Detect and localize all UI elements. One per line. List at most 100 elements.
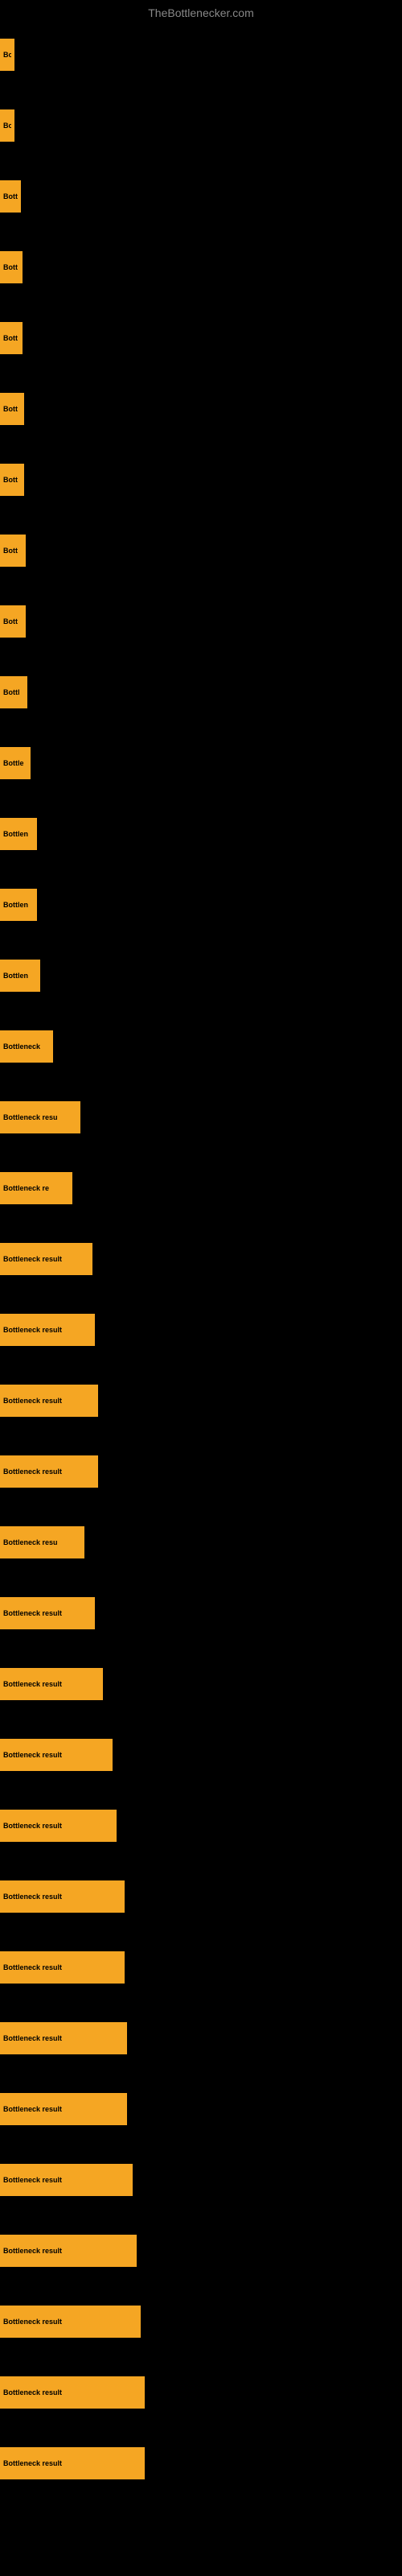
bar-row: Bott [0, 232, 402, 303]
bar-row: Bottl [0, 657, 402, 728]
bar-label: Bottleneck result [3, 1468, 62, 1476]
bar-row: Bott [0, 515, 402, 586]
bar: Bottleneck resu [0, 1526, 84, 1558]
bar: Bottleneck result [0, 1597, 95, 1629]
bar-label: Bottleneck result [3, 2388, 62, 2396]
bar: Bott [0, 535, 26, 567]
bar-label: Bottleneck result [3, 1397, 62, 1405]
bar-label: Bottleneck result [3, 2247, 62, 2255]
bar-row: Bottleneck result [0, 2003, 402, 2074]
bar: Bottleneck result [0, 2447, 145, 2479]
bar-row: Bottleneck result [0, 1861, 402, 1932]
bar-row: Bottlen [0, 799, 402, 869]
bar-row: Bottleneck [0, 1011, 402, 1082]
bar-row: Bo [0, 90, 402, 161]
bar: Bottleneck re [0, 1172, 72, 1204]
bar-row: Bottleneck result [0, 1932, 402, 2003]
bar: Bo [0, 109, 14, 142]
bar-row: Bott [0, 161, 402, 232]
bar: Bott [0, 605, 26, 638]
bar: Bottlen [0, 889, 37, 921]
bar: Bottleneck resu [0, 1101, 80, 1133]
bar-row: Bott [0, 586, 402, 657]
bar: Bottleneck result [0, 1880, 125, 1913]
bar-label: Bottleneck result [3, 1680, 62, 1688]
bar: Bottleneck result [0, 2376, 145, 2409]
bar: Bottleneck result [0, 2093, 127, 2125]
bar: Bottleneck result [0, 2306, 141, 2338]
bar: Bo [0, 39, 14, 71]
bar-row: Bottlen [0, 940, 402, 1011]
bar-row: Bottleneck result [0, 1365, 402, 1436]
bar: Bottleneck result [0, 1243, 92, 1275]
bar-label: Bo [3, 51, 11, 59]
bar-row: Bott [0, 303, 402, 374]
bar-row: Bottleneck result [0, 1294, 402, 1365]
bar: Bottl [0, 676, 27, 708]
bar-label: Bottleneck result [3, 1255, 62, 1263]
bar: Bott [0, 322, 23, 354]
bar-row: Bottle [0, 728, 402, 799]
bar-label: Bottlen [3, 830, 28, 838]
bar-row: Bottleneck result [0, 1224, 402, 1294]
bar-row: Bottleneck resu [0, 1507, 402, 1578]
bar-row: Bottleneck result [0, 1790, 402, 1861]
bar-label: Bo [3, 122, 11, 130]
bar-label: Bottleneck [3, 1042, 40, 1051]
bar: Bottle [0, 747, 31, 779]
bar-label: Bott [3, 476, 18, 484]
bar-label: Bottleneck result [3, 2459, 62, 2467]
bar-label: Bottleneck result [3, 2318, 62, 2326]
bar-label: Bott [3, 547, 18, 555]
bar-label: Bott [3, 334, 18, 342]
bar-row: Bott [0, 444, 402, 515]
bar: Bottleneck result [0, 1385, 98, 1417]
bars-container: Bo Bo Bott Bott Bott Bott Bott Bott Bott Bottl Bot… [0, 19, 402, 2499]
bar-label: Bottleneck result [3, 1822, 62, 1830]
bar: Bottleneck result [0, 1668, 103, 1700]
bar-row: Bottlen [0, 869, 402, 940]
bar-label: Bottleneck result [3, 1751, 62, 1759]
bar: Bottleneck result [0, 1455, 98, 1488]
bar-label: Bottleneck result [3, 2105, 62, 2113]
bar-row: Bottleneck result [0, 2074, 402, 2145]
bar: Bott [0, 180, 21, 213]
bar-label: Bott [3, 192, 18, 200]
bar-row: Bottleneck result [0, 2215, 402, 2286]
bar: Bottleneck result [0, 1739, 113, 1771]
bar-label: Bott [3, 405, 18, 413]
bar: Bottleneck [0, 1030, 53, 1063]
bar-label: Bottlen [3, 972, 28, 980]
bar-row: Bottleneck result [0, 1649, 402, 1719]
bar: Bott [0, 464, 24, 496]
bar: Bottlen [0, 818, 37, 850]
bar-row: Bottleneck resu [0, 1082, 402, 1153]
bar-label: Bottlen [3, 901, 28, 909]
bar-label: Bottleneck resu [3, 1113, 58, 1121]
bar-label: Bottleneck resu [3, 1538, 58, 1546]
bar-row: Bottleneck re [0, 1153, 402, 1224]
bar-row: Bottleneck result [0, 2428, 402, 2499]
bar-label: Bottle [3, 759, 24, 767]
bar-row: Bo [0, 19, 402, 90]
bar-label: Bottleneck result [3, 1963, 62, 1971]
bar-label: Bott [3, 263, 18, 271]
bar-row: Bottleneck result [0, 2357, 402, 2428]
bar-row: Bottleneck result [0, 1578, 402, 1649]
bar-row: Bottleneck result [0, 2145, 402, 2215]
bar: Bottleneck result [0, 2022, 127, 2054]
bar-label: Bottleneck result [3, 2176, 62, 2184]
bar: Bott [0, 251, 23, 283]
bar-label: Bottleneck result [3, 2034, 62, 2042]
bar-label: Bottleneck result [3, 1609, 62, 1617]
bar-label: Bott [3, 617, 18, 625]
bar: Bott [0, 393, 24, 425]
bar-label: Bottleneck result [3, 1893, 62, 1901]
bar: Bottleneck result [0, 1314, 95, 1346]
bar: Bottlen [0, 960, 40, 992]
bar-label: Bottleneck re [3, 1184, 49, 1192]
bar-label: Bottl [3, 688, 20, 696]
bar-row: Bott [0, 374, 402, 444]
bar-row: Bottleneck result [0, 2286, 402, 2357]
bar: Bottleneck result [0, 2164, 133, 2196]
